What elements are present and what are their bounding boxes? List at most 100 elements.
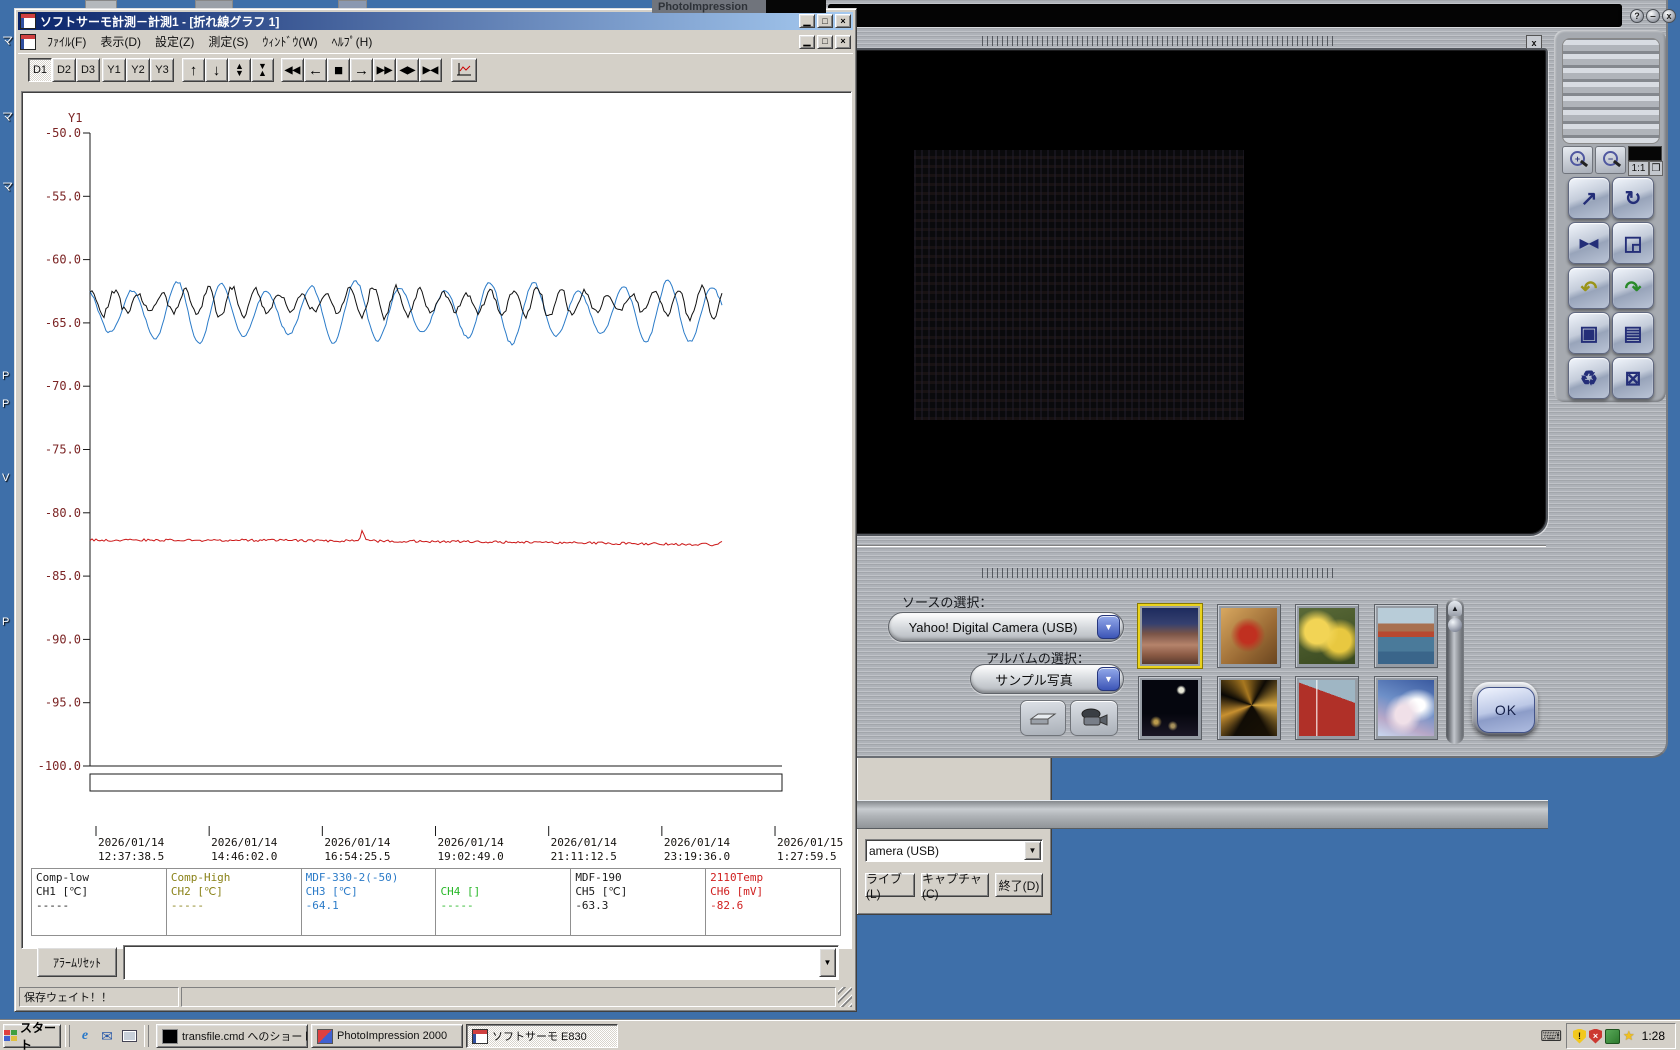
toolbar-expand-x-button[interactable]: ◀▶ (396, 58, 419, 82)
copy-button[interactable]: ▣ (1568, 312, 1610, 354)
thumbnail-image-light-spiral (1221, 680, 1277, 736)
undo-button[interactable]: ↶ (1568, 267, 1610, 309)
child-close-button[interactable]: × (835, 35, 851, 49)
album-select-dropdown[interactable]: サンプル写真 ▼ (970, 664, 1124, 694)
thumbnail-light-spiral[interactable] (1217, 676, 1281, 740)
graph-view-button[interactable] (451, 58, 477, 82)
thumbnail-harbor[interactable] (1374, 604, 1438, 668)
source-select-dropdown[interactable]: Yahoo! Digital Camera (USB) ▼ (888, 612, 1124, 642)
paste-button[interactable]: ▤ (1612, 312, 1654, 354)
task-button-thermo[interactable]: ソフトサーモ E830 (466, 1024, 618, 1048)
show-desktop-icon[interactable] (120, 1027, 138, 1045)
toolbar-toggle-d2[interactable]: D2 (52, 58, 76, 82)
scrollbar-thumb[interactable] (1448, 618, 1462, 632)
thumbnail-yellow-flowers[interactable] (1295, 604, 1359, 668)
combobox-dropdown-icon[interactable]: ▼ (1024, 841, 1041, 860)
start-button[interactable]: スタート (3, 1024, 61, 1048)
update-icon[interactable] (1605, 1029, 1620, 1044)
thumbnail-red-bird[interactable] (1217, 604, 1281, 668)
zoom-1-1-button[interactable]: 1:1 (1628, 161, 1649, 176)
security-error-icon[interactable]: × (1589, 1029, 1602, 1044)
thumbnail-image-yellow-flowers (1299, 608, 1355, 664)
minimize-button[interactable]: ▁ (799, 14, 815, 28)
exit-button[interactable]: 終了(D) (995, 873, 1043, 897)
thumbnail-night-city[interactable] (1138, 676, 1202, 740)
flip-horizontal-icon: ▶◀ (1580, 236, 1598, 250)
menu-item-z[interactable]: 設定(Z) (148, 31, 201, 52)
live-button[interactable]: ライブ(L) (865, 873, 915, 897)
thumbnail-sky-clouds[interactable] (1374, 676, 1438, 740)
toolbar-compress-y-button[interactable]: ▼▲ (251, 58, 274, 82)
toolbar-toggle-d1[interactable]: D1 (28, 58, 52, 82)
rotate-icon: ↻ (1625, 186, 1642, 211)
zoom-out-button[interactable]: − (1595, 146, 1626, 174)
window-ratio-icon[interactable]: ❒ (1649, 161, 1663, 176)
favorites-star-icon[interactable]: ★ (1623, 1028, 1635, 1044)
capture-button[interactable]: キャプチャ(C) (921, 873, 989, 897)
svg-text:2026/01/14: 2026/01/14 (98, 836, 165, 849)
alarm-combobox[interactable]: ▼ (123, 945, 839, 980)
combobox-dropdown-icon[interactable]: ▼ (819, 948, 836, 977)
toolbar-expand-y-button[interactable]: ▲▼ (228, 58, 251, 82)
thumbnail-lighthouse[interactable] (1295, 676, 1359, 740)
taskbar-divider (144, 1025, 149, 1047)
task-button-photo[interactable]: PhotoImpression 2000 (311, 1024, 463, 1048)
softthermo-window: ソフトサーモ計測－計測1 - [折れ線グラフ 1] ▁ □ × ﾌｧｲﾙ(F)表… (14, 8, 857, 1012)
toolbar-scroll-up-button[interactable]: ↑ (182, 58, 205, 82)
redo-icon: ↷ (1625, 276, 1642, 301)
tray-panel: ! × ★ 1:28 (1566, 1023, 1676, 1049)
task-button-cmd[interactable]: transfile.cmd へのショート... (156, 1024, 308, 1048)
flip-horizontal-button[interactable]: ▶◀ (1568, 222, 1610, 264)
toolbar-step-back-button[interactable]: ← (304, 58, 327, 82)
child-minimize-button[interactable]: ▁ (799, 35, 815, 49)
lens-handle (1580, 160, 1588, 167)
softthermo-titlebar[interactable]: ソフトサーモ計測－計測1 - [折れ線グラフ 1] ▁ □ × (18, 12, 853, 30)
minimize-button[interactable]: ‒ (1646, 9, 1660, 23)
keyboard-layout-icon[interactable]: ⌨ (1540, 1027, 1562, 1045)
capture-source-combobox[interactable]: amera (USB) ▼ (865, 839, 1043, 862)
scanner-button[interactable] (1020, 700, 1066, 736)
resize-grip[interactable] (838, 987, 852, 1007)
maximize-button[interactable]: □ (817, 14, 833, 28)
thumbnail-rock-spires[interactable] (1138, 604, 1202, 668)
security-alert-icon[interactable]: ! (1573, 1029, 1586, 1044)
menu-item-h[interactable]: ﾍﾙﾌﾟ(H) (325, 31, 380, 52)
toolbar-compress-x-button[interactable]: ▶◀ (419, 58, 442, 82)
ok-button[interactable]: OK (1477, 687, 1535, 733)
alarm-reset-button[interactable]: ｱﾗｰﾑﾘｾｯﾄ (37, 947, 117, 977)
help-button[interactable]: ? (1630, 9, 1644, 23)
resize-button[interactable]: ↗ (1568, 177, 1610, 219)
restore-trash-icon: ♻ (1580, 366, 1598, 391)
preview-faint-image (914, 150, 1244, 420)
restore-trash-button[interactable]: ♻ (1568, 357, 1610, 399)
toolbar-jump-start-button[interactable]: ◀◀ (281, 58, 304, 82)
legend-cell-ch2: Comp-HighCH2 [℃]----- (167, 869, 302, 935)
rotate-button[interactable]: ↻ (1612, 177, 1654, 219)
zoom-in-button[interactable]: + (1562, 146, 1593, 174)
scroll-up-icon[interactable]: ▲ (1448, 601, 1462, 616)
toolbar-toggle-y3[interactable]: Y3 (150, 58, 174, 82)
toolbar-stop-button[interactable]: ■ (327, 58, 350, 82)
close-button[interactable]: x (1662, 9, 1676, 23)
close-button[interactable]: × (835, 14, 851, 28)
outlook-express-icon[interactable]: ✉ (98, 1027, 116, 1045)
redo-button[interactable]: ↷ (1612, 267, 1654, 309)
toolbar-toggle-y1[interactable]: Y1 (102, 58, 126, 82)
menu-item-f[interactable]: ﾌｧｲﾙ(F) (40, 31, 93, 52)
toolbar-toggle-d3[interactable]: D3 (76, 58, 100, 82)
internet-explorer-icon[interactable]: e (76, 1027, 94, 1045)
toolbar-jump-end-button[interactable]: ▶▶ (373, 58, 396, 82)
camera-button[interactable] (1070, 700, 1118, 736)
toolbar-scroll-down-button[interactable]: ↓ (205, 58, 228, 82)
child-restore-button[interactable]: □ (817, 35, 833, 49)
chevron-down-icon[interactable]: ▼ (1097, 615, 1120, 639)
menu-item-w[interactable]: ｳｨﾝﾄﾞｳ(W) (255, 31, 324, 52)
chevron-down-icon[interactable]: ▼ (1097, 667, 1120, 691)
toolbar-toggle-y2[interactable]: Y2 (126, 58, 150, 82)
toolbar-step-forward-button[interactable]: → (350, 58, 373, 82)
delete-button[interactable]: ⊠ (1612, 357, 1654, 399)
crop-rotate-button[interactable]: ◲ (1612, 222, 1654, 264)
thumbnail-scrollbar[interactable]: ▲ (1446, 598, 1464, 744)
menu-item-s[interactable]: 測定(S) (201, 31, 255, 52)
menu-item-d[interactable]: 表示(D) (93, 31, 148, 52)
